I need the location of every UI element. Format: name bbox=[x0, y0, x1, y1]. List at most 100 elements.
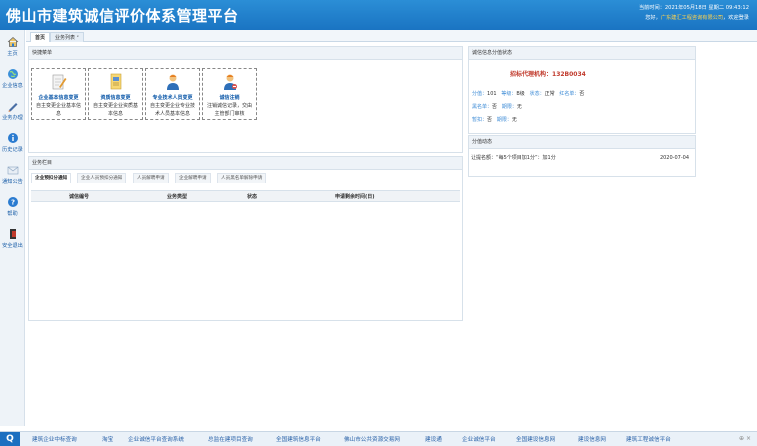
taskbar-link[interactable]: 淘宝 bbox=[102, 435, 113, 443]
taskbar-link[interactable]: 佛山市公共资源交易网 bbox=[344, 435, 400, 443]
start-button[interactable]: Q bbox=[0, 432, 20, 446]
business-title: 业务栏目 bbox=[29, 157, 462, 170]
edit-document-icon bbox=[52, 74, 66, 90]
taskbar-link[interactable]: 企业诚信平台 bbox=[462, 435, 496, 443]
help-icon: ? bbox=[7, 197, 18, 207]
page-tabs: 首页 业务列表 ˣ bbox=[26, 30, 757, 42]
taskbar-link[interactable]: 建设信息网 bbox=[578, 435, 606, 443]
pen-icon bbox=[8, 103, 17, 112]
quick-card-company-info[interactable]: 企业基本信息变更 自主变更企业基本信息 bbox=[31, 68, 86, 120]
score-key: 分值： bbox=[472, 91, 488, 97]
redlist-key: 红名单： bbox=[559, 91, 580, 97]
sidebar-item-label: 主页 bbox=[7, 51, 18, 57]
mail-icon bbox=[7, 166, 18, 175]
greeting-prefix: 您好， bbox=[645, 15, 661, 21]
tab-home[interactable]: 首页 bbox=[30, 32, 51, 42]
app-title: 佛山市建筑诚信评价体系管理平台 bbox=[6, 7, 239, 25]
grade-value: B级 bbox=[516, 91, 525, 97]
sidebar-item-label: 历史记录 bbox=[2, 147, 23, 153]
card-title: 专业技术人员变更 bbox=[152, 95, 193, 101]
sidebar-item-history[interactable]: 历史记录 bbox=[0, 132, 25, 153]
tray-icons[interactable]: ⊕ × bbox=[739, 435, 751, 442]
card-desc: 自主变更企业资质基本信息 bbox=[92, 103, 138, 117]
datetime-text: 当前时间：2021年05月18日 星期二 09:43:12 bbox=[638, 5, 749, 11]
suspend-term-value: 无 bbox=[511, 117, 517, 123]
suspend-term-key: 期限： bbox=[496, 117, 512, 123]
state-value: 正常 bbox=[544, 91, 555, 97]
sidebar-item-label: 业务办理 bbox=[2, 115, 23, 121]
grade-key: 等级： bbox=[501, 91, 517, 97]
status-row-3: 暂扣：否 期限：无 bbox=[472, 116, 517, 124]
taskbar-link[interactable]: 全国建筑信息平台 bbox=[276, 435, 321, 443]
subtab-company-dismissal[interactable]: 企业解聘申请 bbox=[175, 173, 211, 183]
blacklist-value: 否 bbox=[492, 104, 498, 110]
credit-status-title: 诚信信息分值状态 bbox=[469, 47, 695, 60]
card-desc: 自主变更企业基本信息 bbox=[35, 103, 81, 117]
greeting: 您好，广东建汇工程咨询有限公司，欢迎登录 bbox=[639, 13, 749, 23]
subtab-staff-deduction[interactable]: 企业人员预扣分通知 bbox=[77, 173, 127, 183]
redlist-value: 否 bbox=[579, 91, 585, 97]
score-value: 101 bbox=[487, 91, 497, 97]
tab-business-list[interactable]: 业务列表 ˣ bbox=[50, 32, 84, 42]
quick-card-credit-cancel[interactable]: 诚信注销 注销诚信记录，交由主管部门审核 bbox=[202, 68, 257, 120]
status-row-2: 黑名单：否 期限：无 bbox=[472, 103, 522, 111]
score-dynamics-title: 分值动态 bbox=[469, 136, 695, 149]
business-table-header: 诚信编号 业务类型 状态 申请剩余时间(日) bbox=[31, 190, 460, 202]
taskbar-link[interactable]: 建筑工程诚信平台 bbox=[626, 435, 671, 443]
agency-label: 招标代理机构： bbox=[510, 71, 553, 78]
card-title: 诚信注销 bbox=[219, 95, 240, 101]
blacklist-key: 黑名单： bbox=[472, 104, 493, 110]
col-credit-number: 诚信编号 bbox=[69, 194, 90, 200]
exit-icon bbox=[9, 229, 16, 239]
status-row-1: 分值：101 等级：B级 状态：正常 红名单：否 bbox=[472, 90, 584, 98]
taskbar-link[interactable]: 建筑企业中标查询 bbox=[32, 435, 77, 443]
credit-status-panel: 诚信信息分值状态 招标代理机构：132B0034 分值：101 等级：B级 状态… bbox=[468, 46, 696, 134]
card-desc: 注销诚信记录，交由主管部门审核 bbox=[206, 103, 252, 117]
quick-menu-panel: 快捷菜单 企业基本信息变更 自主变更企业基本信息 资质信息变更 自主变更企业资质… bbox=[28, 46, 463, 153]
card-desc: 自主变更企业专业技术人员基本信息 bbox=[149, 103, 195, 117]
person-remove-icon bbox=[223, 74, 237, 90]
greeting-suffix: ，欢迎登录 bbox=[723, 15, 749, 21]
person-icon bbox=[166, 74, 179, 90]
subtab-staff-dismissal[interactable]: 人员解聘申请 bbox=[133, 173, 169, 183]
left-sidebar: 主页 企业信息 业务办理 历史记录 通知公告 ? 帮助 安全退出 bbox=[0, 30, 25, 426]
score-dynamics-panel: 分值动态 让提名额：“每5个项目加1分”：加1分 2020-07-04 bbox=[468, 135, 696, 177]
sidebar-item-label: 安全退出 bbox=[2, 243, 23, 249]
sidebar-item-home[interactable]: 主页 bbox=[0, 36, 25, 57]
sidebar-item-business[interactable]: 业务办理 bbox=[0, 100, 25, 121]
sidebar-item-label: 帮助 bbox=[7, 211, 18, 217]
quick-menu-title: 快捷菜单 bbox=[29, 47, 462, 60]
business-subtabs: 企业预扣分通知 企业人员预扣分通知 人员解聘申请 企业解聘申请 人员黑名单解除申… bbox=[29, 171, 462, 183]
agency-line: 招标代理机构：132B0034 bbox=[510, 71, 586, 79]
sidebar-item-logout[interactable]: 安全退出 bbox=[0, 228, 25, 249]
quick-card-qualification[interactable]: 资质信息变更 自主变更企业资质基本信息 bbox=[88, 68, 143, 120]
subtab-blacklist-release[interactable]: 人员黑名单解除申请 bbox=[217, 173, 267, 183]
sidebar-item-notices[interactable]: 通知公告 bbox=[0, 164, 25, 185]
taskbar-link[interactable]: 总监在建项目查询 bbox=[208, 435, 253, 443]
top-header: 佛山市建筑诚信评价体系管理平台 当前时间：2021年05月18日 星期二 09:… bbox=[0, 0, 757, 30]
quick-card-technical-staff[interactable]: 专业技术人员变更 自主变更企业专业技术人员基本信息 bbox=[145, 68, 200, 120]
blacklist-term-key: 期限： bbox=[501, 104, 517, 110]
home-icon bbox=[7, 36, 18, 47]
taskbar-link[interactable]: 建设通 bbox=[425, 435, 442, 443]
globe-icon bbox=[7, 69, 18, 79]
taskbar-link[interactable]: 企业诚信平台查询系统 bbox=[128, 435, 184, 443]
col-remaining-days: 申请剩余时间(日) bbox=[335, 194, 375, 200]
sidebar-item-help[interactable]: ? 帮助 bbox=[0, 196, 25, 217]
company-name: 广东建汇工程咨询有限公司 bbox=[660, 15, 724, 21]
subtab-company-deduction[interactable]: 企业预扣分通知 bbox=[31, 173, 72, 183]
bottom-taskbar: Q 建筑企业中标查询 淘宝 企业诚信平台查询系统 总监在建项目查询 全国建筑信息… bbox=[0, 431, 757, 446]
taskbar-link[interactable]: 全国建设信息网 bbox=[516, 435, 555, 443]
sidebar-item-label: 企业信息 bbox=[2, 83, 23, 89]
col-business-type: 业务类型 bbox=[167, 194, 188, 200]
sidebar-item-company-info[interactable]: 企业信息 bbox=[0, 68, 25, 89]
card-title: 企业基本信息变更 bbox=[38, 95, 79, 101]
app-root: 佛山市建筑诚信评价体系管理平台 当前时间：2021年05月18日 星期二 09:… bbox=[0, 0, 757, 446]
dynamics-item-text: 让提名额：“每5个项目加1分”：加1分 bbox=[471, 155, 556, 161]
sidebar-item-label: 通知公告 bbox=[2, 179, 23, 185]
suspend-key: 暂扣： bbox=[472, 117, 488, 123]
dynamics-item-date: 2020-07-04 bbox=[659, 155, 689, 161]
col-status: 状态 bbox=[247, 194, 258, 200]
certificate-icon bbox=[110, 73, 121, 90]
info-icon bbox=[7, 133, 18, 143]
